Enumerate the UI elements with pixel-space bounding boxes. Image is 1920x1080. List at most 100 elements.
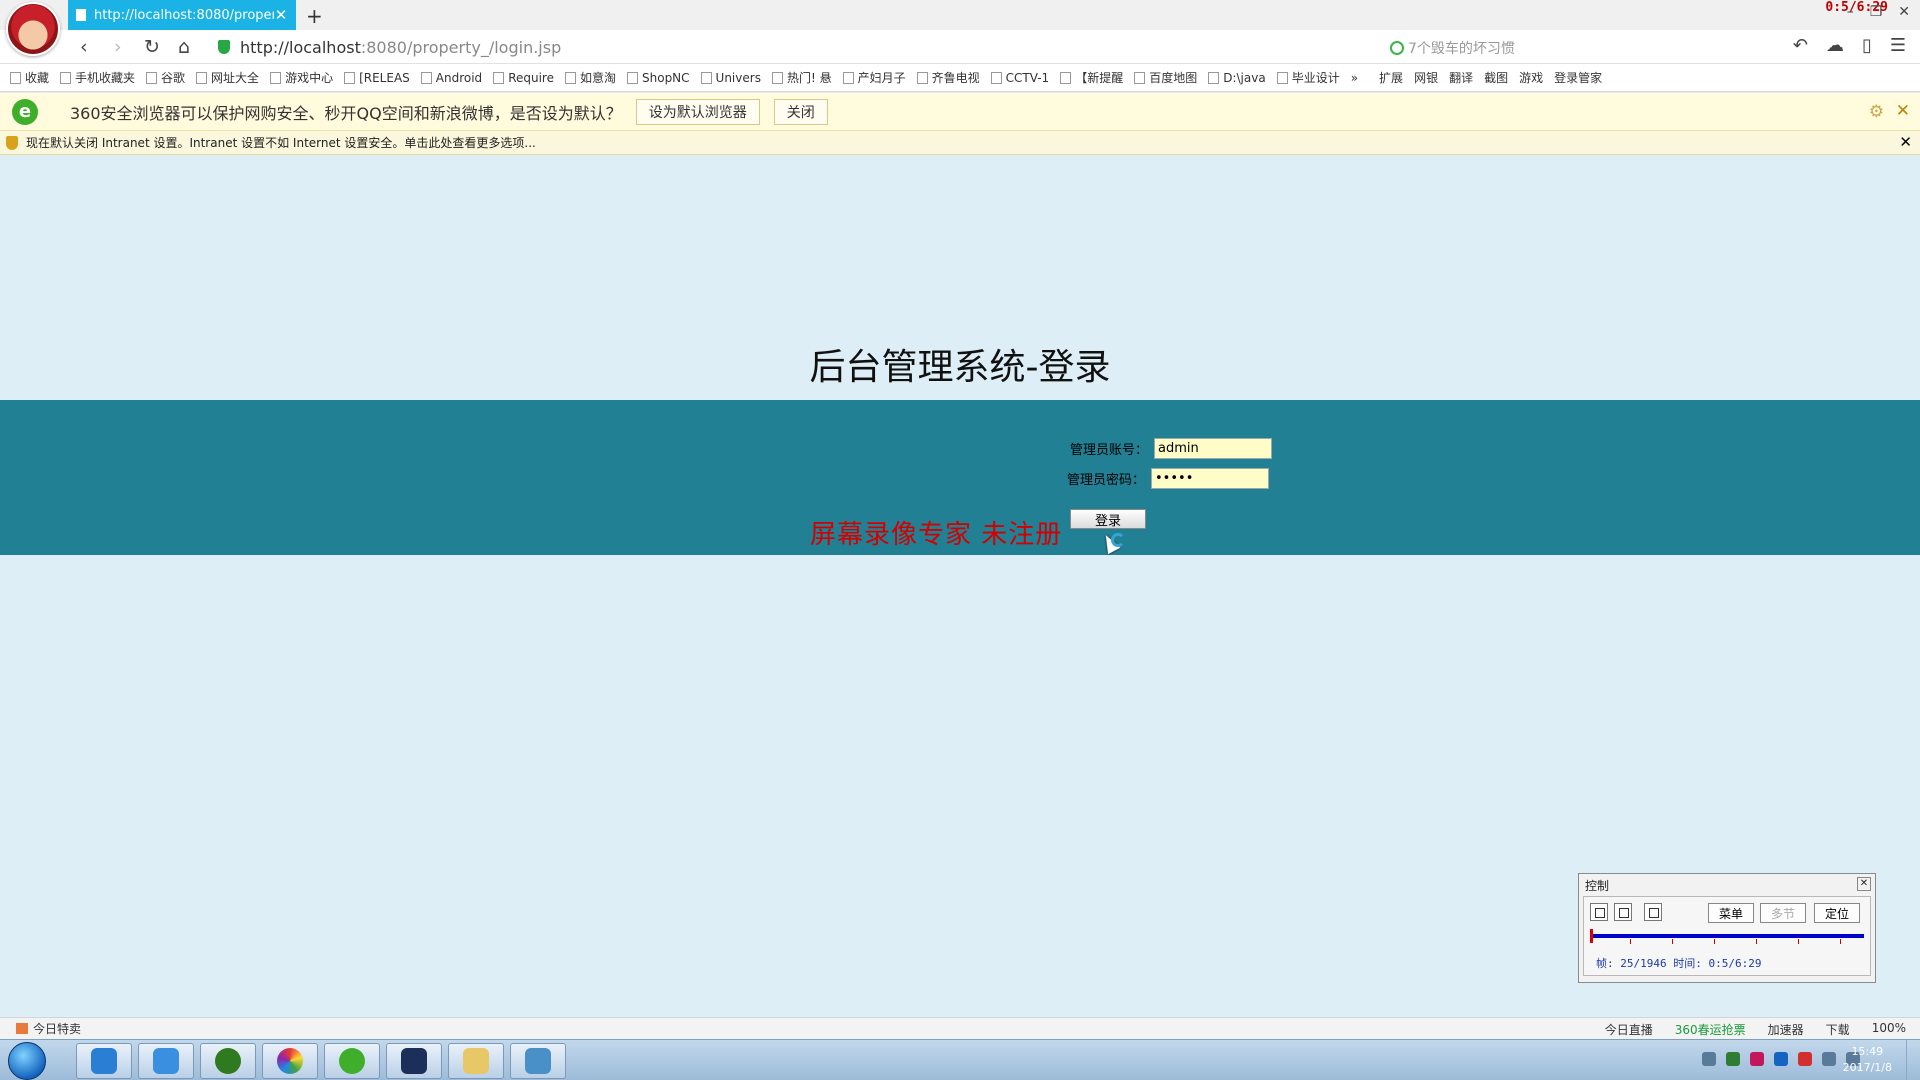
shield-icon[interactable] (1774, 1052, 1788, 1066)
locate-button[interactable]: 定位 (1814, 903, 1861, 923)
taskbar-app-editor[interactable] (200, 1043, 256, 1079)
login-button[interactable]: 登录 (1070, 509, 1146, 529)
address-input[interactable]: http://localhost:8080/property_/login.js… (240, 38, 561, 57)
taskbar-app-eclipse[interactable] (386, 1043, 442, 1079)
stop-icon[interactable] (1614, 903, 1632, 921)
bookmark-item[interactable]: Android (420, 71, 482, 85)
warning-shield-icon (6, 135, 18, 150)
close-icon[interactable]: ✕ (1857, 877, 1871, 891)
restore-icon[interactable]: ❐ (1870, 4, 1883, 20)
title-bar: http://localhost:8080/property ✕ + 0:5/6… (0, 0, 1920, 56)
active-tab[interactable]: http://localhost:8080/property ✕ (68, 0, 296, 30)
close-tab-icon[interactable]: ✕ (274, 6, 288, 24)
extension-item[interactable]: 扩展 (1379, 69, 1403, 86)
extension-item[interactable]: 网银 (1414, 69, 1438, 86)
status-live[interactable]: 今日直播 (1605, 1021, 1653, 1038)
bookmark-item[interactable]: 游戏中心 (270, 69, 333, 86)
bookmark-item[interactable]: 产妇月子 (842, 69, 906, 86)
tray-app-icon[interactable] (1798, 1052, 1812, 1066)
timeline-track[interactable] (1590, 934, 1864, 938)
new-tab-button[interactable]: + (306, 4, 323, 28)
home-icon[interactable]: ⌂ (178, 36, 190, 58)
bookmark-item[interactable]: [RELEAS (344, 71, 410, 85)
undo-icon[interactable]: ↶ (1793, 35, 1808, 56)
taskbar-app-bird[interactable] (138, 1043, 194, 1079)
taskbar-app-recorder[interactable] (510, 1043, 566, 1079)
close-icon[interactable]: ✕ (1896, 101, 1910, 121)
bookmarks-more[interactable]: » (1351, 71, 1358, 85)
bookmark-item[interactable]: 齐鲁电视 (916, 69, 980, 86)
taskbar-app-explorer[interactable] (448, 1043, 504, 1079)
extension-item[interactable]: 游戏 (1519, 69, 1543, 86)
default-browser-bar: e 360安全浏览器可以保护网购安全、秒开QQ空间和新浪微博，是否设为默认？ 设… (0, 93, 1920, 131)
bookmark-icon (420, 71, 432, 84)
bookmark-item[interactable]: 毕业设计 (1276, 69, 1340, 86)
extension-item[interactable]: 登录管家 (1554, 69, 1602, 86)
search-box[interactable]: 7个毁车的坏习惯 (1390, 38, 1515, 58)
bookmark-item[interactable]: Require (493, 71, 554, 85)
user-avatar[interactable] (6, 2, 60, 56)
dismiss-button[interactable]: 关闭 (773, 98, 828, 125)
status-ticket[interactable]: 360春运抢票 (1675, 1021, 1746, 1038)
bookmark-icon (1134, 71, 1146, 84)
tick-mark (1714, 939, 1715, 944)
menu-button[interactable]: 菜单 (1708, 903, 1755, 923)
bookmark-item[interactable]: 网址大全 (196, 69, 259, 86)
bookmark-icon (990, 71, 1002, 84)
system-clock[interactable]: 15:49 2017/1/8 (1843, 1044, 1892, 1076)
extension-item[interactable]: 翻译 (1449, 69, 1473, 86)
system-tray (1702, 1052, 1860, 1066)
bookmark-icon (344, 71, 356, 84)
prev-icon[interactable] (1590, 903, 1608, 921)
close-icon[interactable]: ✕ (1899, 133, 1912, 151)
keyboard-icon[interactable] (1702, 1052, 1716, 1066)
bookmark-item[interactable]: ShopNC (627, 71, 690, 85)
taskbar-app-baidu[interactable] (76, 1043, 132, 1079)
multi-section-button[interactable]: 多节 (1760, 903, 1807, 923)
set-default-button[interactable]: 设为默认浏览器 (635, 98, 760, 125)
next-icon[interactable] (1644, 903, 1662, 921)
bookmark-item[interactable]: 如意淘 (564, 69, 616, 86)
bookmark-item[interactable]: 【新提醒 (1060, 69, 1123, 86)
tray-app-icon[interactable] (1726, 1052, 1740, 1066)
cloud-icon[interactable]: ☁ (1826, 35, 1844, 56)
back-icon[interactable]: ‹ (80, 36, 88, 58)
intranet-info-bar[interactable]: 现在默认关闭 Intranet 设置。Intranet 设置不如 Interne… (0, 131, 1920, 155)
taskbar-app-photos[interactable] (262, 1043, 318, 1079)
bookmark-icon (493, 71, 505, 84)
menu-icon[interactable]: ☰ (1890, 35, 1906, 56)
bookmark-item[interactable]: 收藏 (10, 69, 49, 86)
daily-deals[interactable]: 今日特卖 (16, 1020, 81, 1037)
username-input[interactable] (1154, 438, 1273, 459)
bookmark-icon (196, 71, 208, 84)
bookmark-item[interactable]: Univers (700, 71, 761, 85)
notify-text: 360安全浏览器可以保护网购安全、秒开QQ空间和新浪微博，是否设为默认？ (70, 103, 622, 123)
bookmark-item[interactable]: 热门! 悬 (771, 69, 832, 86)
show-desktop-button[interactable] (1906, 1040, 1920, 1080)
reload-icon[interactable]: ↻ (144, 36, 160, 58)
status-zoom[interactable]: 100% (1872, 1021, 1906, 1038)
bookmark-item[interactable]: D:\java (1208, 71, 1266, 85)
bookmark-item[interactable]: 手机收藏夹 (60, 69, 135, 86)
bookmark-item[interactable]: 谷歌 (146, 69, 185, 86)
forward-icon[interactable]: › (114, 36, 122, 58)
minimize-icon[interactable]: – (1847, 4, 1854, 20)
tick-mark (1630, 939, 1631, 944)
start-button[interactable] (8, 1042, 46, 1080)
status-download[interactable]: 下载 (1826, 1021, 1850, 1038)
gift-icon (16, 1023, 28, 1034)
bookmark-icon (146, 71, 158, 84)
timeline-playhead[interactable] (1590, 929, 1593, 943)
mobile-icon[interactable]: ▯ (1862, 35, 1872, 56)
bookmark-item[interactable]: CCTV-1 (990, 71, 1049, 85)
network-icon[interactable] (1822, 1052, 1836, 1066)
bookmark-icon (916, 71, 928, 84)
password-input[interactable] (1151, 468, 1270, 489)
taskbar-app-browser[interactable] (324, 1043, 380, 1079)
extension-item[interactable]: 截图 (1484, 69, 1508, 86)
close-window-icon[interactable]: ✕ (1898, 4, 1910, 20)
status-accelerator[interactable]: 加速器 (1768, 1021, 1804, 1038)
gear-icon[interactable]: ⚙ (1869, 102, 1884, 122)
bookmark-item[interactable]: 百度地图 (1134, 69, 1197, 86)
tray-app-icon[interactable] (1750, 1052, 1764, 1066)
